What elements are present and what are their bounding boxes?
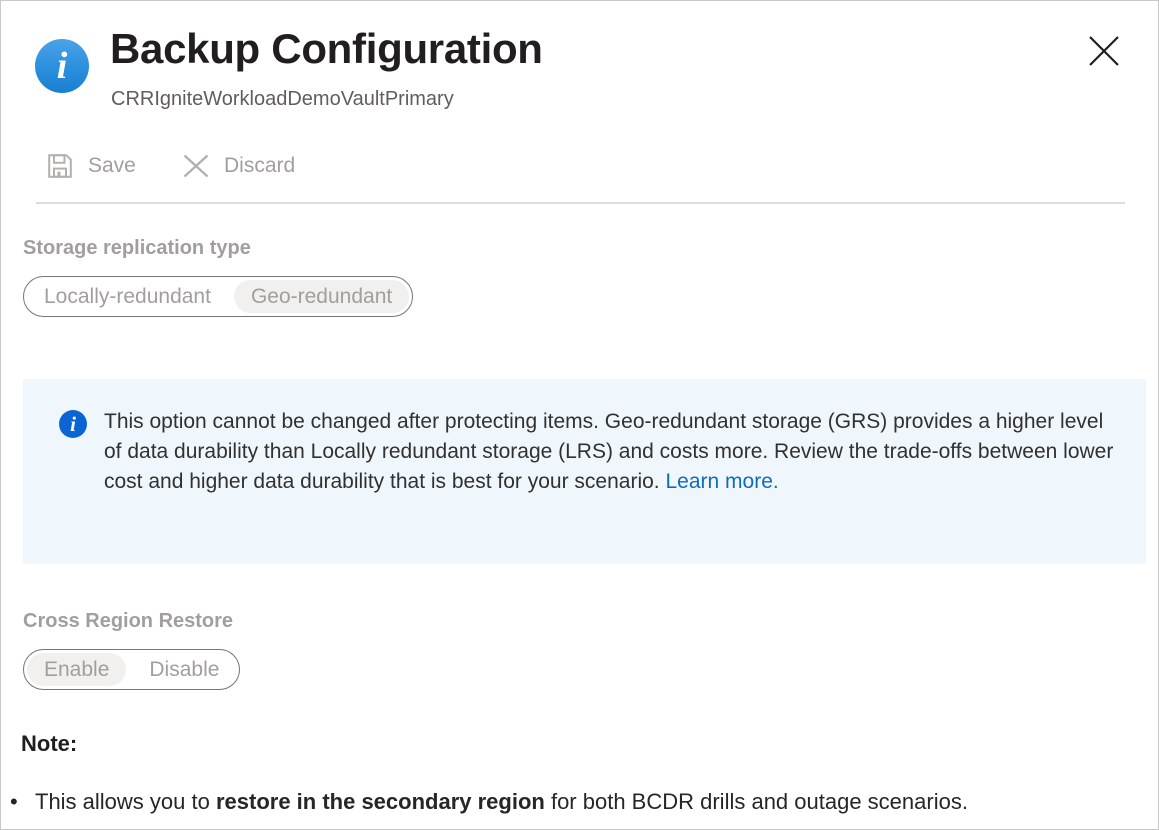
close-x-icon	[181, 151, 211, 181]
crr-option-enable[interactable]: Enable	[27, 653, 126, 686]
page-subtitle: CRRIgniteWorkloadDemoVaultPrimary	[111, 86, 454, 112]
note-text-part2: for both BCDR drills and outage scenario…	[545, 789, 968, 814]
bullet-icon: •	[10, 787, 18, 817]
cross-region-restore-toggle[interactable]: Enable Disable	[23, 649, 240, 690]
storage-option-locally-redundant[interactable]: Locally-redundant	[27, 280, 228, 313]
save-button[interactable]: Save	[45, 146, 136, 186]
note-list: • This allows you to restore in the secon…	[1, 787, 1141, 817]
toolbar-divider	[36, 202, 1125, 204]
info-banner-text: This option cannot be changed after prot…	[104, 407, 1119, 497]
save-floppy-icon	[45, 151, 75, 181]
info-glyph: i	[59, 411, 87, 437]
info-banner-body: This option cannot be changed after prot…	[104, 410, 1113, 493]
storage-option-geo-redundant[interactable]: Geo-redundant	[234, 280, 409, 313]
info-glyph: i	[35, 46, 89, 86]
note-heading: Note:	[21, 729, 77, 759]
note-text-emphasis: restore in the secondary region	[216, 789, 545, 814]
backup-configuration-blade: i Backup Configuration CRRIgniteWorkload…	[0, 0, 1159, 830]
close-icon[interactable]	[1086, 33, 1122, 69]
list-item: • This allows you to restore in the secon…	[1, 787, 1141, 817]
learn-more-link[interactable]: Learn more.	[665, 470, 778, 493]
discard-button-label: Discard	[224, 152, 295, 180]
discard-button[interactable]: Discard	[181, 146, 295, 186]
command-bar: Save Discard	[1, 143, 1158, 193]
page-title: Backup Configuration	[110, 23, 543, 75]
cross-region-restore-label: Cross Region Restore	[23, 608, 233, 634]
crr-option-disable[interactable]: Disable	[132, 653, 236, 686]
info-banner: i This option cannot be changed after pr…	[23, 379, 1146, 564]
info-circle-icon: i	[59, 410, 87, 438]
blade-header: i Backup Configuration CRRIgniteWorkload…	[1, 1, 1158, 129]
save-button-label: Save	[88, 152, 136, 180]
note-text-part1: This allows you to	[35, 789, 216, 814]
info-circle-icon: i	[35, 39, 89, 93]
storage-replication-toggle[interactable]: Locally-redundant Geo-redundant	[23, 276, 413, 317]
storage-replication-label: Storage replication type	[23, 235, 251, 261]
